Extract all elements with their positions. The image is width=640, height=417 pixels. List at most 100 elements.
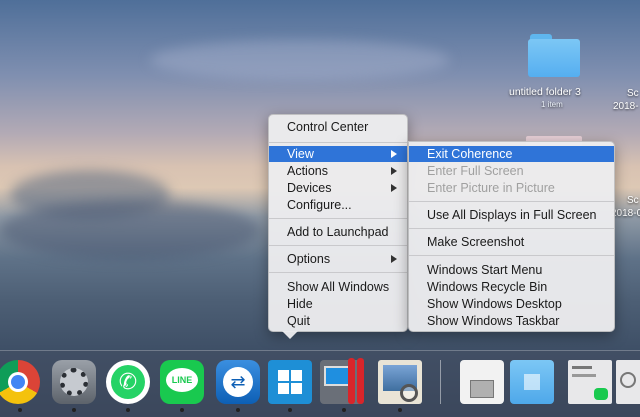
system-preferences-icon[interactable] [52, 360, 96, 404]
submenu-item-show-windows-taskbar[interactable]: Show Windows Taskbar [409, 313, 614, 329]
windows-folder-icon[interactable] [510, 360, 554, 404]
submenu-item-label: Use All Displays in Full Screen [427, 208, 597, 222]
menu-item-configure[interactable]: Configure... [269, 197, 407, 213]
submenu-item-label: Show Windows Desktop [427, 297, 562, 311]
submenu-item-windows-recycle-bin[interactable]: Windows Recycle Bin [409, 279, 614, 295]
preview-icon[interactable] [378, 360, 422, 404]
windows-icon[interactable] [268, 360, 312, 404]
stack-circle [620, 372, 636, 388]
submenu-item-enter-full-screen: Enter Full Screen [409, 163, 614, 179]
windows-pane [291, 383, 302, 394]
running-indicator [236, 408, 240, 412]
running-indicator [288, 408, 292, 412]
menu-item-label: Quit [287, 314, 310, 328]
menu-item-view[interactable]: View [269, 146, 407, 162]
running-indicator [72, 408, 76, 412]
archive-utility-icon[interactable] [460, 360, 504, 404]
whatsapp-icon[interactable]: ✆ [106, 360, 150, 404]
submenu-item-use-all-displays[interactable]: Use All Displays in Full Screen [409, 207, 614, 223]
gear-icon [60, 368, 88, 396]
submenu-item-label: Windows Recycle Bin [427, 280, 548, 294]
desktop-edge-item-date: 2018- [613, 101, 639, 112]
chevron-right-icon [391, 255, 397, 263]
running-indicator [126, 408, 130, 412]
menu-item-label: Control Center [287, 120, 369, 134]
windows-pane [278, 370, 289, 381]
menu-separator [409, 255, 614, 256]
submenu-item-exit-coherence[interactable]: Exit Coherence [409, 146, 614, 162]
menu-separator [269, 245, 407, 246]
menu-item-devices[interactable]: Devices [269, 180, 407, 196]
chevron-right-icon [391, 150, 397, 158]
dock-context-menu: Control Center View Actions Devices Conf… [268, 114, 408, 332]
screen-icon [324, 366, 350, 386]
arrows-icon: ⇄ [223, 367, 253, 397]
chrome-icon-center [11, 375, 25, 389]
phone-icon: ✆ [111, 365, 145, 399]
document-stack-icon[interactable] [616, 360, 640, 404]
menu-item-label: Devices [287, 181, 332, 195]
wallpaper-cloud [0, 200, 260, 260]
menu-item-actions[interactable]: Actions [269, 163, 407, 179]
view-submenu: Exit Coherence Enter Full Screen Enter P… [408, 141, 615, 332]
desktop-edge-item-label[interactable]: Sc [627, 195, 639, 206]
running-indicator [342, 408, 346, 412]
menu-item-label: Configure... [287, 198, 352, 212]
box-icon [470, 380, 494, 398]
menu-item-label: Actions [287, 164, 328, 178]
screenshot-stack-icon[interactable] [568, 360, 612, 404]
windows-pane [278, 383, 289, 394]
desktop-folder-icon[interactable] [528, 34, 580, 78]
submenu-item-label: Windows Start Menu [427, 263, 543, 277]
parallels-bar [348, 358, 355, 404]
menu-item-add-to-launchpad[interactable]: Add to Launchpad [269, 224, 407, 240]
running-indicator [18, 408, 22, 412]
menu-item-label: Show All Windows [287, 280, 390, 294]
teamviewer-icon[interactable]: ⇄ [216, 360, 260, 404]
parallels-bar [357, 358, 364, 404]
submenu-item-label: Show Windows Taskbar [427, 314, 560, 328]
submenu-item-label: Enter Full Screen [427, 164, 524, 178]
windows-logo-icon [524, 374, 540, 390]
chevron-right-icon [391, 167, 397, 175]
stack-line [572, 374, 596, 377]
menu-item-label: Options [287, 252, 331, 266]
line-logo-icon: LINE [166, 368, 198, 392]
running-indicator [180, 408, 184, 412]
folder-body [528, 39, 580, 77]
dock-divider [440, 360, 441, 404]
submenu-item-label: Exit Coherence [427, 147, 513, 161]
wallpaper-cloud [150, 40, 450, 80]
line-icon[interactable]: LINE [160, 360, 204, 404]
desktop-edge-item-date: 2018-0 [611, 208, 640, 219]
stack-line [572, 366, 592, 369]
magnifier-icon [400, 384, 418, 402]
submenu-item-label: Make Screenshot [427, 235, 525, 249]
menu-pointer [282, 331, 298, 339]
menu-separator [269, 218, 407, 219]
submenu-item-label: Enter Picture in Picture [427, 181, 555, 195]
menu-separator [269, 142, 407, 143]
menu-separator [409, 201, 614, 202]
menu-item-quit[interactable]: Quit [269, 313, 407, 329]
submenu-item-windows-start-menu[interactable]: Windows Start Menu [409, 262, 614, 278]
menu-item-label: Add to Launchpad [287, 225, 389, 239]
desktop-folder-count: 1 item [541, 100, 563, 109]
line-badge-icon [594, 388, 608, 400]
menu-item-show-all-windows[interactable]: Show All Windows [269, 279, 407, 295]
menu-item-options[interactable]: Options [269, 251, 407, 267]
chevron-right-icon [391, 184, 397, 192]
running-indicator [398, 408, 402, 412]
submenu-item-show-windows-desktop[interactable]: Show Windows Desktop [409, 296, 614, 312]
menu-item-control-center[interactable]: Control Center [269, 119, 407, 135]
submenu-item-make-screenshot[interactable]: Make Screenshot [409, 234, 614, 250]
desktop-edge-item-label[interactable]: Sc [627, 88, 639, 99]
menu-item-hide[interactable]: Hide [269, 296, 407, 312]
menu-separator [409, 228, 614, 229]
menu-item-label: Hide [287, 297, 313, 311]
parallels-icon[interactable] [320, 358, 364, 404]
desktop-folder-label[interactable]: untitled folder 3 [509, 86, 581, 98]
menu-item-label: View [287, 147, 314, 161]
submenu-item-enter-picture-in-picture: Enter Picture in Picture [409, 180, 614, 196]
menu-separator [269, 272, 407, 273]
